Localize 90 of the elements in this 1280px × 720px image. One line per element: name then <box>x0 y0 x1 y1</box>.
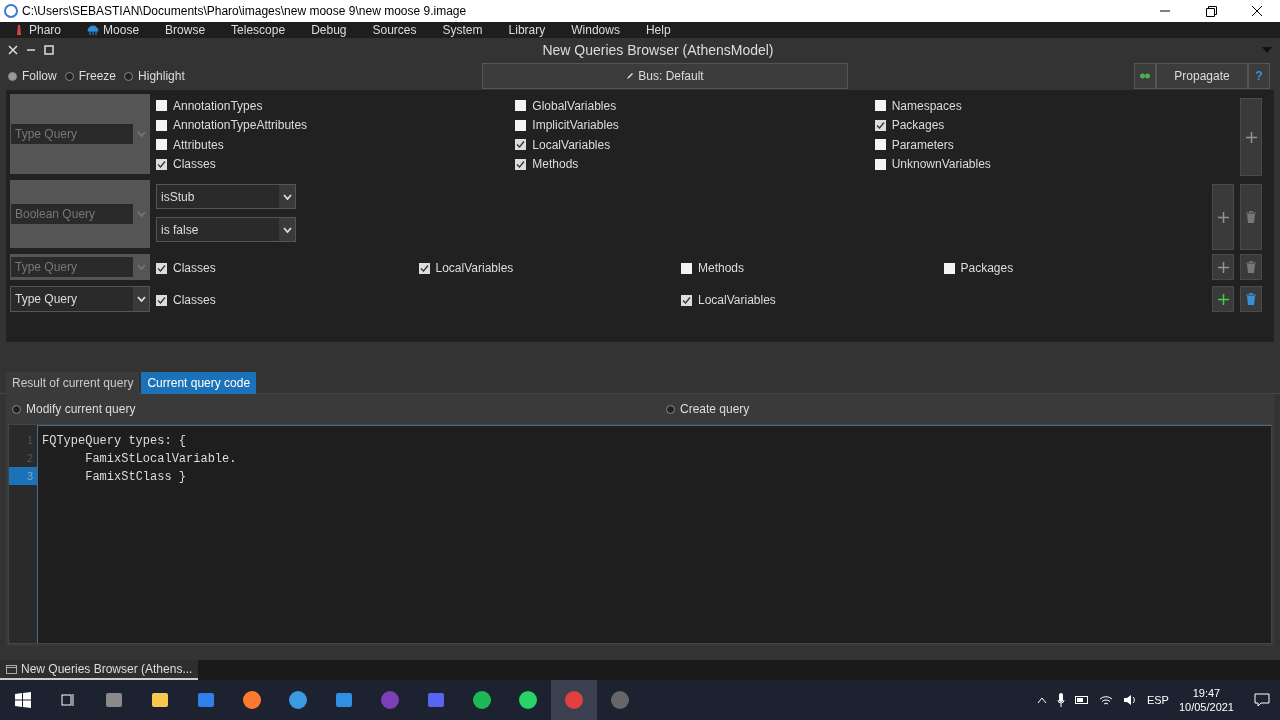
plus-icon <box>1217 261 1229 273</box>
radio-label: Follow <box>22 68 57 85</box>
app-icon <box>564 690 584 710</box>
line-number: 3 <box>9 467 37 485</box>
radio-label: Create query <box>680 401 750 418</box>
trash-icon <box>1246 293 1256 305</box>
app-icon <box>4 4 18 18</box>
notification-icon[interactable] <box>1254 693 1270 707</box>
plus-icon <box>1245 131 1257 143</box>
taskbar-window-button[interactable]: New Queries Browser (Athens... <box>0 660 199 680</box>
language-indicator[interactable]: ESP <box>1146 691 1169 709</box>
app-icon <box>288 690 308 710</box>
radio-button[interactable] <box>666 404 675 414</box>
chevron-down-icon <box>136 264 146 270</box>
menu-item[interactable]: System <box>429 21 496 39</box>
checkbox-label: GlobalVariables <box>532 97 617 115</box>
menu-item[interactable]: Help <box>632 21 684 39</box>
checkbox-label: Namespaces <box>891 97 962 115</box>
chevron-down-icon <box>136 211 146 217</box>
pencil-icon <box>626 72 635 80</box>
checkbox[interactable] <box>156 294 167 306</box>
link-button[interactable] <box>1134 63 1156 89</box>
battery-icon[interactable] <box>1074 696 1089 704</box>
checkbox-label: Parameters <box>891 136 954 154</box>
radio-label: Highlight <box>138 68 185 85</box>
trash-icon <box>1246 261 1256 273</box>
speaker-icon[interactable] <box>1122 694 1137 706</box>
menu-item[interactable]: Windows <box>558 21 633 39</box>
clock-time[interactable]: 19:47 <box>1192 686 1221 700</box>
checkbox-label: AnnotationTypeAttributes <box>173 117 308 135</box>
chevron-down-icon <box>136 296 146 302</box>
glasses-icon <box>1140 73 1150 79</box>
radio-button[interactable] <box>8 71 17 81</box>
jellyfish-icon <box>87 24 100 36</box>
chevron-down-icon <box>136 131 146 137</box>
microphone-icon[interactable] <box>1056 693 1065 707</box>
checkbox-label: UnknownVariables <box>891 156 991 174</box>
menu-item[interactable]: Moose <box>74 21 153 39</box>
window-icon <box>6 664 17 674</box>
radio-label: Freeze <box>78 68 117 85</box>
close-icon[interactable] <box>8 45 18 55</box>
chevron-down-icon <box>282 226 292 233</box>
checkbox-label: Classes <box>173 156 216 174</box>
plus-icon <box>1217 293 1229 305</box>
radio-button[interactable] <box>124 71 134 81</box>
checkbox-label: LocalVariables <box>435 260 514 277</box>
window-title: C:\Users\SEBASTIAN\Documents\Pharo\images\new moose 9\new moose 9.image <box>22 3 467 20</box>
start-icon[interactable] <box>15 692 31 708</box>
radio-button[interactable] <box>12 404 21 414</box>
checkbox-label: LocalVariables <box>532 136 611 154</box>
checkbox-label: Attributes <box>173 136 224 154</box>
radio-label: Modify current query <box>26 401 136 418</box>
menu-item[interactable]: Debug <box>298 21 360 39</box>
menu-item[interactable]: Telescope <box>218 21 299 39</box>
checkbox-label: Packages <box>891 117 945 135</box>
add-button[interactable] <box>1212 286 1234 312</box>
menu-item[interactable]: Library <box>495 21 559 39</box>
tab[interactable]: Result of current query <box>6 372 140 394</box>
add-button[interactable] <box>1212 254 1234 280</box>
code-line: FQTypeQuery types: { <box>42 433 188 450</box>
code-editor[interactable]: FQTypeQuery types: { FamixStLocalVariable. FamixStClass } <box>37 425 1271 643</box>
menu-item[interactable]: Browse <box>152 21 219 39</box>
chevron-up-icon[interactable] <box>1036 696 1047 704</box>
menu-item[interactable]: Pharo <box>0 21 75 39</box>
wifi-icon[interactable] <box>1098 694 1113 706</box>
trash-icon <box>1246 211 1256 223</box>
checkbox-label: Methods <box>698 260 745 277</box>
task-view-icon[interactable] <box>60 692 76 708</box>
bus-button[interactable]: Bus: Default <box>482 63 848 89</box>
window-title: New Queries Browser (AthensModel) <box>541 40 775 60</box>
code-line: FamixStLocalVariable. <box>84 451 238 468</box>
checkbox-label: Classes <box>173 292 216 309</box>
checkbox-label: LocalVariables <box>698 292 776 309</box>
checkbox-label: Methods <box>532 156 579 174</box>
query-type-dropdown[interactable]: Type Query <box>10 286 150 312</box>
checkbox-label: ImplicitVariables <box>532 117 619 135</box>
tab[interactable]: Current query code <box>141 372 257 394</box>
chevron-down-icon <box>282 193 292 200</box>
delete-button[interactable] <box>1240 286 1262 312</box>
checkbox-label: Classes <box>173 260 216 277</box>
plus-icon <box>1217 211 1229 223</box>
propagate-button[interactable]: Propagate <box>1156 63 1248 89</box>
menu-item[interactable]: Sources <box>359 21 430 39</box>
clock-date[interactable]: 10/05/2021 <box>1178 700 1234 714</box>
checkbox-label: Packages <box>960 260 1014 277</box>
checkbox-label: AnnotationTypes <box>173 97 263 115</box>
checkbox[interactable] <box>681 294 692 306</box>
code-line: FamixStClass } <box>84 469 188 486</box>
radio-button[interactable] <box>64 71 74 81</box>
maximize-icon[interactable] <box>44 45 54 55</box>
